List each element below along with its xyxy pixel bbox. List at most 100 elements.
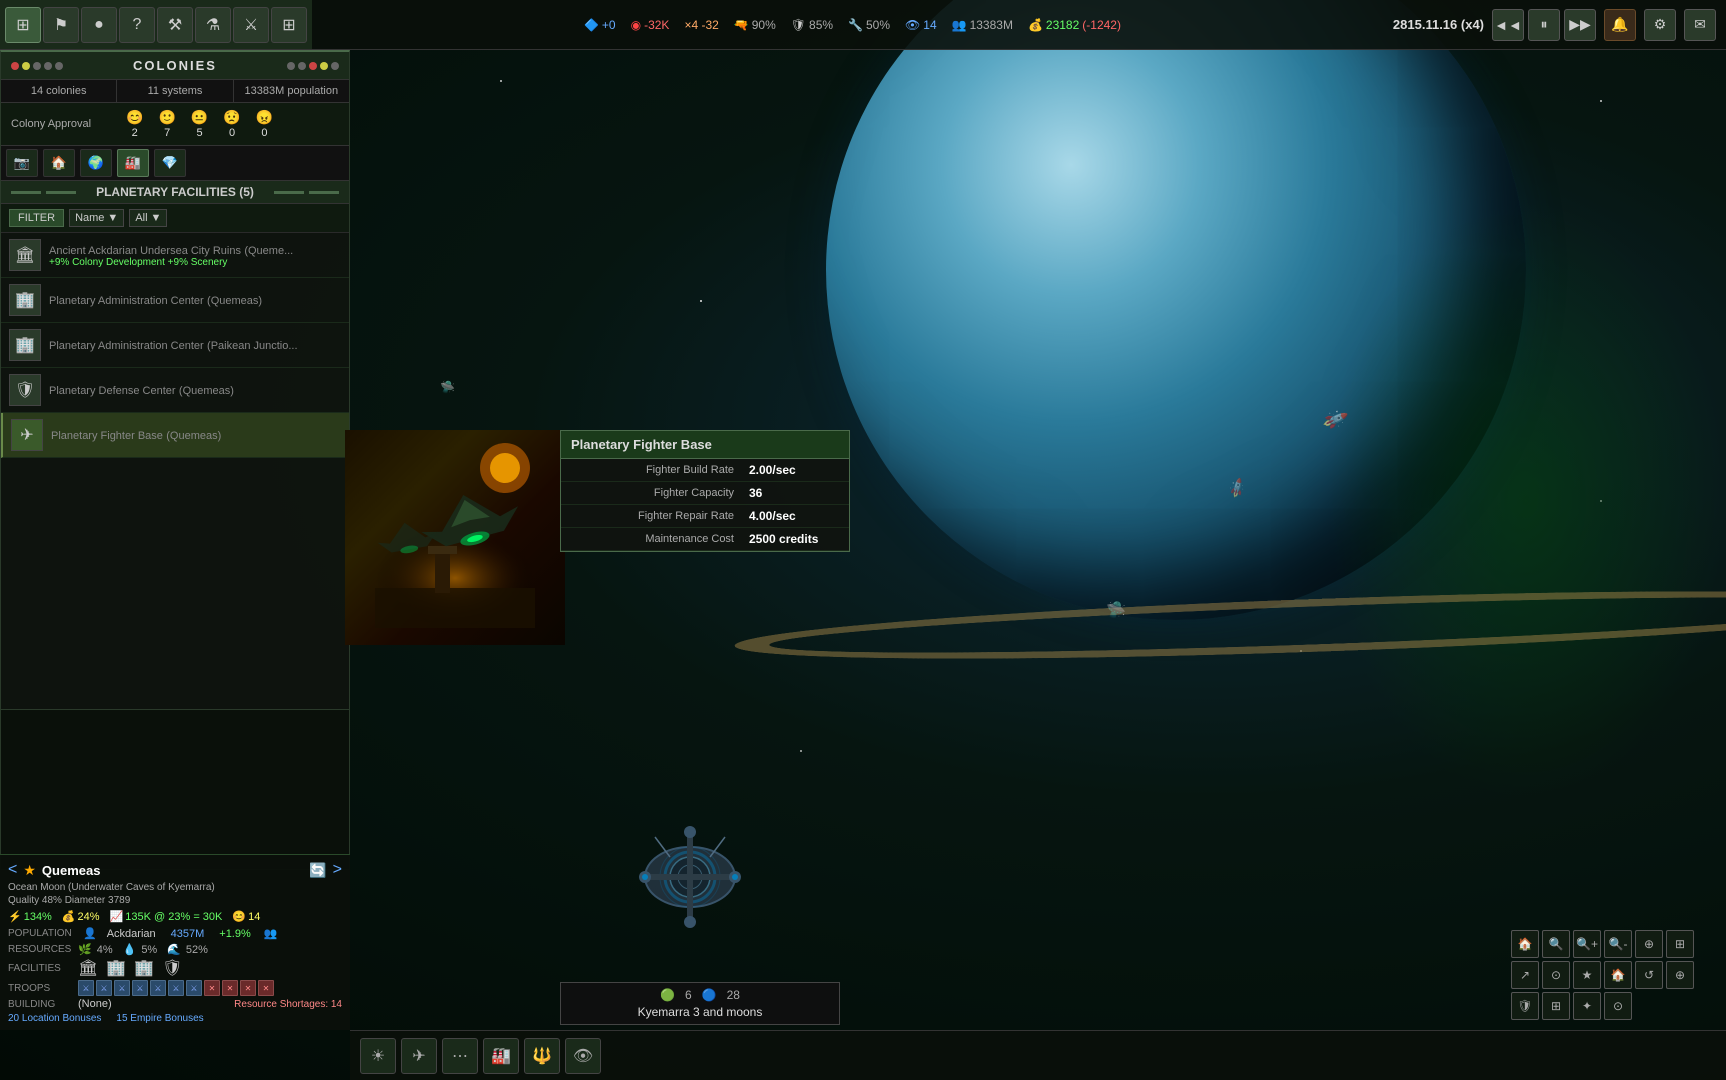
br-icon-scan[interactable]: ⊙	[1542, 961, 1570, 989]
header-dots-left	[11, 62, 63, 70]
stat-multiplier: ×4 -32	[684, 18, 718, 32]
tab-14-colonies[interactable]: 14 colonies	[1, 80, 117, 102]
nav-tools-icon[interactable]: ⚒	[157, 7, 193, 43]
planet-refresh-button[interactable]: 🔄	[309, 862, 326, 879]
br-icon-arrow[interactable]: ↗	[1511, 961, 1539, 989]
settings-button[interactable]: ⚙	[1644, 9, 1676, 41]
nav-planet-icon[interactable]: ●	[81, 7, 117, 43]
pause-button[interactable]: ⏸	[1528, 9, 1560, 41]
fighter-base-tooltip: Planetary Fighter Base Fighter Build Rat…	[560, 430, 850, 552]
br-icon-rotate[interactable]: ↺	[1635, 961, 1663, 989]
stat-population: 👥 13383M	[952, 18, 1013, 32]
stat-credits: 🔷 +0	[584, 18, 616, 32]
approval-neutral-emoji: 😐	[191, 109, 208, 126]
br-icon-grid[interactable]: ⊞	[1666, 930, 1694, 958]
bottom-sun-icon[interactable]: ☀	[360, 1038, 396, 1074]
nav-home-icon[interactable]: ⊞	[5, 7, 41, 43]
br-icon-4[interactable]: 🏠	[1604, 961, 1632, 989]
nav-flag-icon[interactable]: ⚑	[43, 7, 79, 43]
nav-flask-icon[interactable]: ⚗	[195, 7, 231, 43]
tooltip-value-repair-rate: 4.00/sec	[749, 509, 839, 523]
facility-fighter-location: (Quemeas)	[166, 430, 221, 442]
notification-button[interactable]: 🔔	[1604, 9, 1636, 41]
economy-value: 24%	[78, 911, 100, 923]
dot-yellow-2	[320, 62, 328, 70]
br-icon-star[interactable]: ★	[1573, 961, 1601, 989]
nav-tactics-icon[interactable]: ⚔	[233, 7, 269, 43]
filter-button[interactable]: FILTER	[9, 209, 64, 227]
facility-ruins-bonus: +9% Colony Development +9% Scenery	[49, 257, 341, 268]
tab-11-systems[interactable]: 11 systems	[117, 80, 233, 102]
tab-home[interactable]: 🏠	[43, 149, 75, 177]
sort-dropdown[interactable]: Name ▼	[69, 209, 124, 227]
filter-chevron-icon: ▼	[151, 212, 162, 224]
bottom-trident-icon[interactable]: 🔱	[524, 1038, 560, 1074]
facility-thumb-2: 🏢	[106, 958, 126, 978]
facility-defense-name: Planetary Defense Center (Quemeas)	[49, 383, 341, 397]
dot-gray-6	[331, 62, 339, 70]
facility-admin2-info: Planetary Administration Center (Paikean…	[49, 338, 341, 352]
planet-info-panel: < ★ Quemeas 🔄 > Ocean Moon (Underwater C…	[0, 854, 350, 1030]
facility-item-ruins[interactable]: 🏛 Ancient Ackdarian Undersea City Ruins …	[1, 233, 349, 278]
troop-blocked-4: ✕	[258, 980, 274, 996]
facility-item-fighter-base[interactable]: ✈ Planetary Fighter Base (Quemeas)	[1, 413, 349, 458]
dot-red	[11, 62, 19, 70]
bottom-fighter-icon[interactable]: ✈	[401, 1038, 437, 1074]
nav-help-icon[interactable]: ?	[119, 7, 155, 43]
br-icon-shield2[interactable]: 🛡	[1511, 992, 1539, 1020]
facilities-bar-left	[11, 191, 41, 194]
planet-nav-left[interactable]: <	[8, 861, 17, 879]
bottom-building-icon[interactable]: 🏭	[483, 1038, 519, 1074]
weapon-value: 90%	[752, 18, 776, 32]
br-icon-zoom-out[interactable]: 🔍-	[1604, 930, 1632, 958]
tooltip-value-capacity: 36	[749, 486, 839, 500]
pop-label: POPULATION	[8, 928, 73, 939]
facility-admin1-location: (Quemeas)	[207, 295, 262, 307]
planet-nav-right[interactable]: >	[333, 861, 342, 879]
br-icon-8[interactable]: ⊙	[1604, 992, 1632, 1020]
planet-stats: ⚡ 134% 💰 24% 📈 135K @ 23% = 30K 😊 14	[8, 910, 342, 923]
fast-forward-button[interactable]: ▶▶	[1564, 9, 1596, 41]
nav-grid-icon[interactable]: ⊞	[271, 7, 307, 43]
facility-item-admin2[interactable]: 🏢 Planetary Administration Center (Paike…	[1, 323, 349, 368]
facility-thumb-3: 🏢	[134, 958, 154, 978]
br-icon-target[interactable]: ⊕	[1635, 930, 1663, 958]
facility-defense-icon: 🛡	[9, 374, 41, 406]
repair-value: 50%	[866, 18, 890, 32]
br-icon-7[interactable]: ✦	[1573, 992, 1601, 1020]
br-icon-zoom-in[interactable]: 🔍+	[1573, 930, 1601, 958]
kyemarra-count1: 6	[685, 988, 692, 1002]
resource-1-value: 4%	[97, 944, 113, 956]
rewind-button[interactable]: ◄◄	[1492, 9, 1524, 41]
filter-label: All	[135, 212, 147, 224]
approval-slightly-happy: 🙂 7	[158, 109, 175, 139]
visibility-icon: 👁	[905, 18, 920, 32]
br-icon-1[interactable]: 🏠	[1511, 930, 1539, 958]
facility-item-admin1[interactable]: 🏢 Planetary Administration Center (Queme…	[1, 278, 349, 323]
approval-slight-count: 7	[164, 127, 170, 139]
tab-diamond[interactable]: 💎	[154, 149, 186, 177]
resource-2-value: 5%	[141, 944, 157, 956]
br-icon-2[interactable]: 🔍	[1542, 930, 1570, 958]
tab-population[interactable]: 13383M population	[234, 80, 349, 102]
approval-happy-emoji: 😊	[126, 109, 143, 126]
bottom-dots-icon[interactable]: ⋯	[442, 1038, 478, 1074]
tab-facilities[interactable]: 🏭	[117, 149, 149, 177]
center-ship-container	[580, 777, 800, 980]
economy-icon: 💰	[62, 910, 76, 923]
tooltip-row-capacity: Fighter Capacity 36	[561, 482, 849, 505]
mail-button[interactable]: ✉	[1684, 9, 1716, 41]
filter-dropdown[interactable]: All ▼	[129, 209, 167, 227]
tab-globe[interactable]: 🌍	[80, 149, 112, 177]
br-icon-6[interactable]: ⊞	[1542, 992, 1570, 1020]
facility-item-defense[interactable]: 🛡 Planetary Defense Center (Quemeas)	[1, 368, 349, 413]
tooltip-value-build-rate: 2.00/sec	[749, 463, 839, 477]
tab-camera[interactable]: 📷	[6, 149, 38, 177]
troop-7: ⚔	[186, 980, 202, 996]
bottom-eye-icon[interactable]: 👁	[565, 1038, 601, 1074]
br-icon-5[interactable]: ⊕	[1666, 961, 1694, 989]
bonuses-row: 20 Location Bonuses 15 Empire Bonuses	[8, 1013, 342, 1024]
population-value: 13383M	[970, 18, 1013, 32]
fuel-icon: ◉	[631, 18, 641, 32]
dot-gray-2	[44, 62, 52, 70]
